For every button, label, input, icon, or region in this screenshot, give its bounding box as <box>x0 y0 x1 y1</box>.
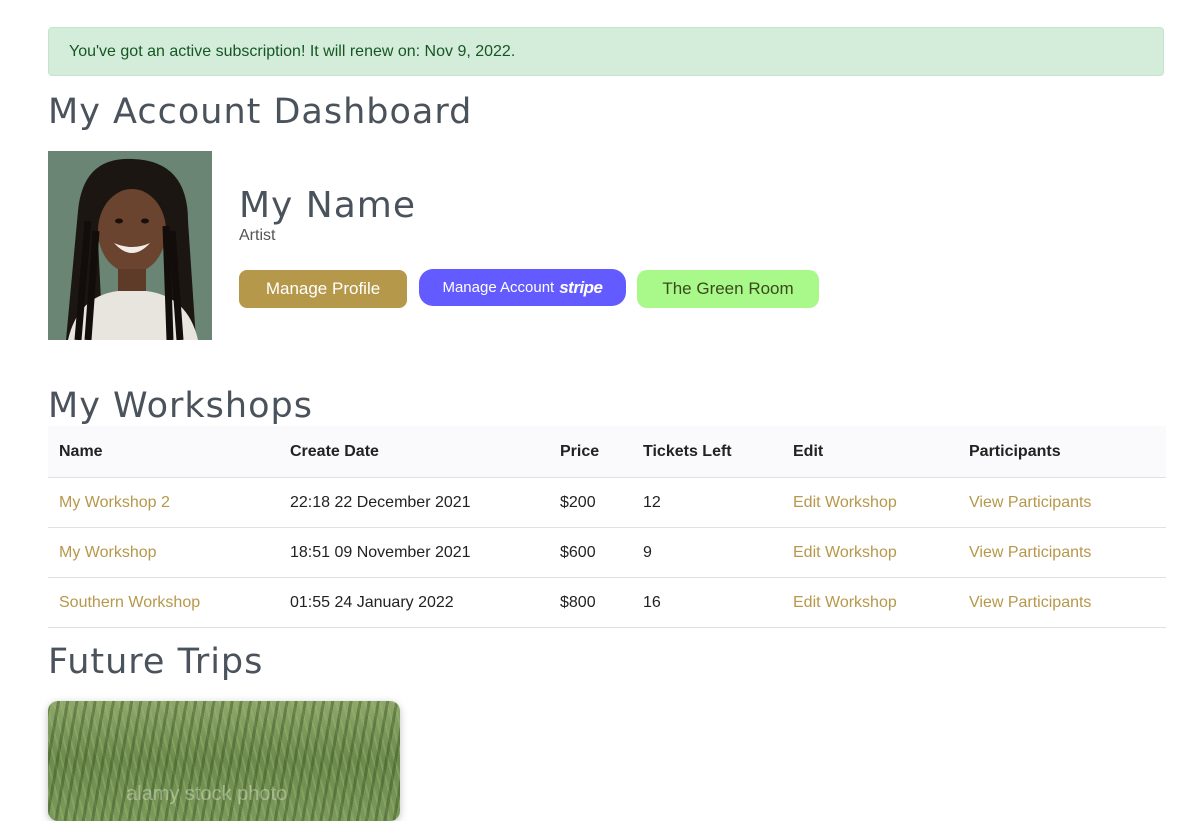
profile-role: Artist <box>239 227 276 244</box>
tickets-left-cell: 9 <box>632 527 782 578</box>
price-cell: $200 <box>549 477 632 528</box>
table-header-row: Name Create Date Price Tickets Left Edit… <box>48 426 1166 478</box>
trips-section-title: Future Trips <box>48 642 264 682</box>
column-header-tickets-left: Tickets Left <box>632 426 782 478</box>
manage-account-label: Manage Account <box>442 279 555 296</box>
price-cell: $800 <box>549 577 632 628</box>
manage-account-stripe-button[interactable]: Manage Account stripe <box>419 269 626 306</box>
workshop-name-link[interactable]: Southern Workshop <box>59 594 200 611</box>
avatar <box>48 151 212 340</box>
view-participants-link[interactable]: View Participants <box>969 594 1091 611</box>
view-participants-link[interactable]: View Participants <box>969 544 1091 561</box>
edit-workshop-link[interactable]: Edit Workshop <box>793 594 897 611</box>
workshop-name-link[interactable]: My Workshop <box>59 544 157 561</box>
workshops-section-title: My Workshops <box>48 386 313 426</box>
create-date-cell: 22:18 22 December 2021 <box>279 477 549 528</box>
column-header-name: Name <box>48 426 279 478</box>
column-header-create-date: Create Date <box>279 426 549 478</box>
edit-workshop-link[interactable]: Edit Workshop <box>793 494 897 511</box>
subscription-alert: You've got an active subscription! It wi… <box>48 27 1164 76</box>
price-cell: $600 <box>549 527 632 578</box>
image-watermark: alamy stock photo <box>126 783 288 805</box>
alert-text: You've got an active subscription! It wi… <box>69 42 516 60</box>
workshop-name-link[interactable]: My Workshop 2 <box>59 494 170 511</box>
table-row: My Workshop 2 22:18 22 December 2021 $20… <box>48 477 1166 528</box>
stripe-logo: stripe <box>559 277 603 297</box>
create-date-cell: 18:51 09 November 2021 <box>279 527 549 578</box>
profile-name: My Name <box>239 185 417 226</box>
column-header-edit: Edit <box>782 426 958 478</box>
page-title: My Account Dashboard <box>48 92 473 132</box>
avatar-image <box>48 151 212 340</box>
view-participants-link[interactable]: View Participants <box>969 494 1091 511</box>
column-header-price: Price <box>549 426 632 478</box>
table-row: Southern Workshop 01:55 24 January 2022 … <box>48 577 1166 628</box>
create-date-cell: 01:55 24 January 2022 <box>279 577 549 628</box>
manage-profile-button[interactable]: Manage Profile <box>239 270 407 308</box>
table-row: My Workshop 18:51 09 November 2021 $600 … <box>48 527 1166 578</box>
workshops-table: Name Create Date Price Tickets Left Edit… <box>48 426 1166 628</box>
tickets-left-cell: 12 <box>632 477 782 528</box>
column-header-participants: Participants <box>958 426 1166 478</box>
green-room-button[interactable]: The Green Room <box>637 270 819 308</box>
tickets-left-cell: 16 <box>632 577 782 628</box>
edit-workshop-link[interactable]: Edit Workshop <box>793 544 897 561</box>
trip-card[interactable]: alamy stock photo <box>48 701 400 821</box>
